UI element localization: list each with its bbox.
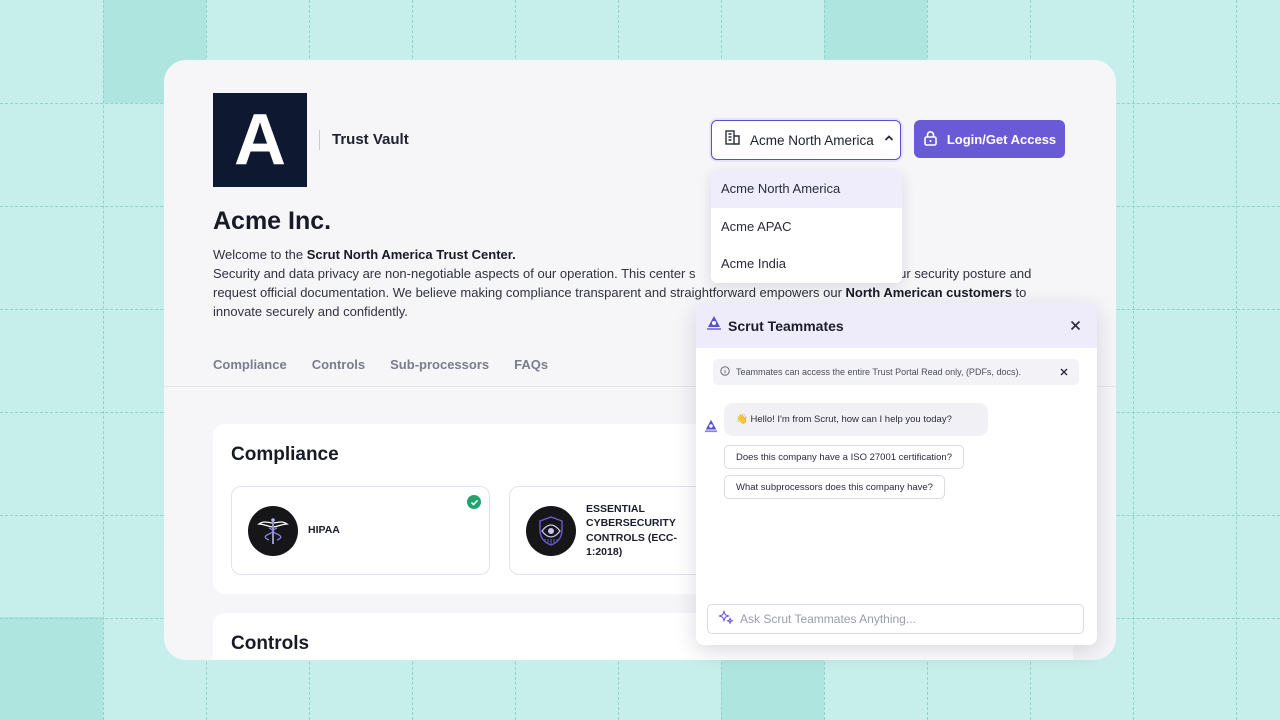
region-select-value: Acme North America: [750, 132, 874, 148]
intro-bold: North American customers: [845, 285, 1012, 300]
info-icon: [720, 363, 730, 381]
region-option-india[interactable]: Acme India: [711, 245, 902, 283]
cert-card-hipaa[interactable]: HIPAA: [231, 486, 490, 575]
cert-name-ecc: ESSENTIAL CYBERSECURITY CONTROLS (ECC-1:…: [586, 502, 677, 559]
chat-header: Scrut Teammates: [696, 303, 1097, 348]
region-option-apac[interactable]: Acme APAC: [711, 208, 902, 246]
region-option-north-america[interactable]: Acme North America: [711, 170, 902, 208]
region-select[interactable]: Acme North America: [711, 120, 901, 160]
tab-sub-processors[interactable]: Sub-processors: [390, 357, 489, 372]
welcome-prefix: Welcome to the: [213, 247, 307, 262]
bot-greeting: 👋 Hello! I'm from Scrut, how can I help …: [724, 403, 988, 436]
chevron-up-icon: [883, 131, 895, 149]
cert-name-hipaa: HIPAA: [308, 524, 340, 537]
header-divider: [319, 130, 320, 150]
intro-text-1: Security and data privacy are non-negoti…: [213, 266, 696, 281]
vault-title: Trust Vault: [332, 131, 409, 148]
lock-icon: [923, 130, 938, 149]
tab-compliance[interactable]: Compliance: [213, 357, 287, 372]
scrut-logo-icon: [706, 315, 722, 336]
chat-input-box: [707, 604, 1084, 634]
close-icon: [1070, 320, 1080, 331]
suggestion-subprocessors[interactable]: What subprocessors does this company hav…: [724, 475, 945, 499]
notice-close-button[interactable]: [1056, 364, 1072, 380]
check-icon: [467, 495, 481, 509]
logo-letter: A: [234, 100, 286, 180]
caduceus-icon: [248, 505, 298, 556]
compliance-title: Compliance: [231, 444, 339, 465]
building-icon: [724, 129, 741, 151]
controls-title: Controls: [231, 633, 310, 654]
access-notice-text: Teammates can access the entire Trust Po…: [736, 367, 1021, 377]
section-tabs: Compliance Controls Sub-processors FAQs: [213, 357, 548, 372]
chat-panel: Scrut Teammates Teammates can access the…: [696, 303, 1097, 645]
sparkle-icon: [718, 609, 734, 630]
login-button[interactable]: Login/Get Access: [914, 120, 1065, 158]
suggestion-iso-27001[interactable]: Does this company have a ISO 27001 certi…: [724, 445, 964, 469]
chat-input[interactable]: [740, 612, 1073, 626]
company-name: Acme Inc.: [213, 207, 332, 235]
tab-controls[interactable]: Controls: [312, 357, 365, 372]
chat-close-button[interactable]: [1063, 314, 1087, 338]
bot-avatar-icon: [704, 419, 718, 433]
login-button-label: Login/Get Access: [946, 131, 1057, 147]
access-notice: Teammates can access the entire Trust Po…: [713, 359, 1079, 385]
tab-faqs[interactable]: FAQs: [514, 357, 548, 372]
welcome-bold: Scrut North America Trust Center.: [306, 247, 516, 262]
chat-title: Scrut Teammates: [728, 317, 844, 334]
eye-shield-icon: [526, 505, 576, 556]
company-logo: A: [213, 93, 307, 187]
region-dropdown-menu: Acme North America Acme APAC Acme India: [711, 170, 902, 283]
close-icon: [1060, 368, 1068, 376]
